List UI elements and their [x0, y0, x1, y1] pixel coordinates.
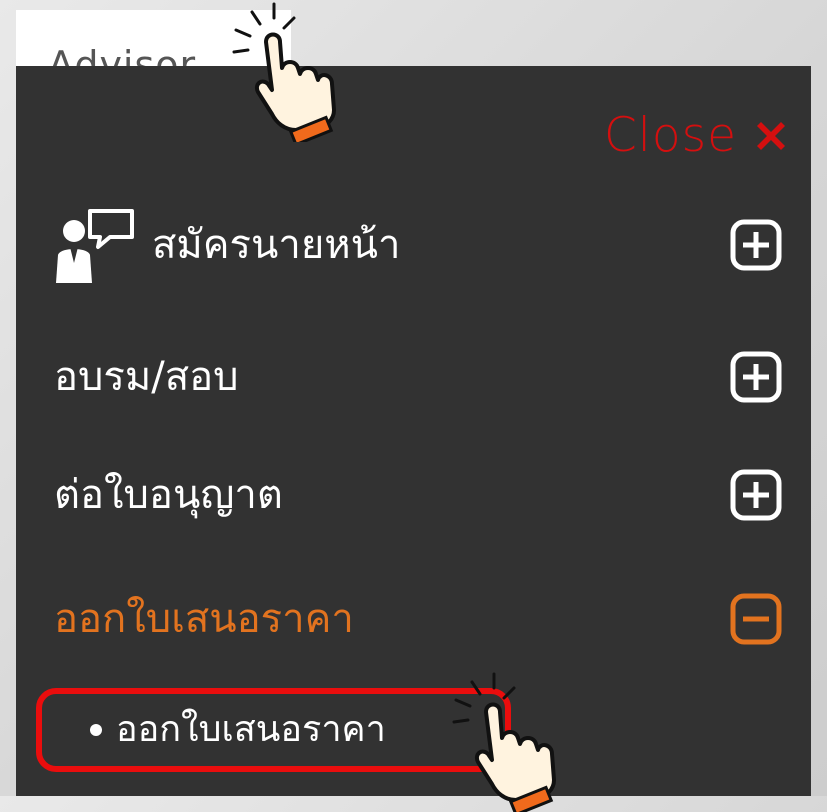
menu-item-label: ต่อใบอนุญาต	[54, 472, 283, 518]
submenu-item-quotation[interactable]: ออกใบเสนอราคา	[36, 688, 511, 772]
presenter-icon	[56, 209, 134, 283]
advisor-menu-panel: Close สมัครนายหน้า อบรม/สอบ ต่อใบอนุญาต	[16, 66, 811, 796]
menu-item-training-exam[interactable]: อบรม/สอบ	[16, 332, 811, 422]
menu-item-agent-register[interactable]: สมัครนายหน้า	[16, 200, 811, 290]
plus-box-icon[interactable]	[729, 218, 783, 272]
bullet-dot	[90, 724, 102, 736]
menu-item-label: ออกใบเสนอราคา	[54, 596, 354, 642]
hand-pointer-icon	[232, 2, 336, 142]
menu-item-license-renewal[interactable]: ต่อใบอนุญาต	[16, 450, 811, 540]
submenu-item-label: ออกใบเสนอราคา	[116, 709, 386, 750]
close-button[interactable]: Close	[604, 112, 791, 159]
menu-item-label: สมัครนายหน้า	[152, 222, 401, 268]
plus-box-icon[interactable]	[729, 350, 783, 404]
hand-pointer-icon	[452, 672, 556, 812]
close-x-icon	[757, 121, 785, 150]
minus-box-icon[interactable]	[729, 592, 783, 646]
menu-item-label: อบรม/สอบ	[54, 354, 239, 400]
plus-box-icon[interactable]	[729, 468, 783, 522]
close-label: Close	[603, 108, 737, 163]
menu-item-quotation[interactable]: ออกใบเสนอราคา	[16, 574, 811, 664]
